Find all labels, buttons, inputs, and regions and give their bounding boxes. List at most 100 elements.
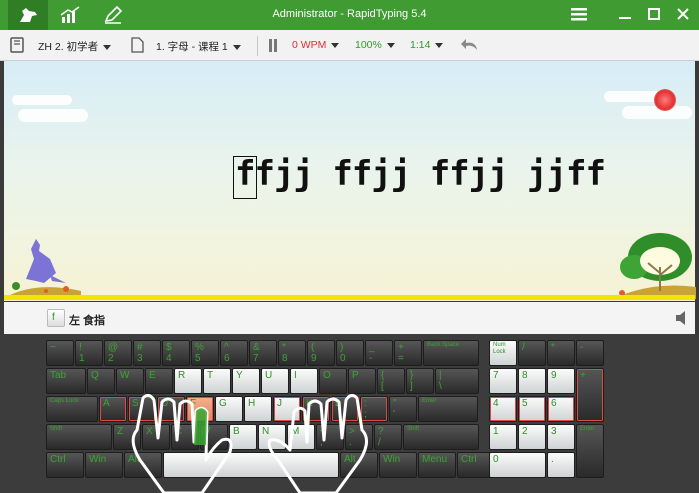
key--2[interactable]: @ 2 — [104, 340, 132, 366]
key-c[interactable]: C — [171, 424, 199, 450]
key--[interactable]: { [ — [377, 368, 405, 394]
key-shift[interactable]: Shift — [46, 424, 112, 450]
key-ctrl[interactable]: Ctrl — [46, 452, 84, 478]
key-n[interactable]: N — [258, 424, 286, 450]
key---[interactable]: _ - — [365, 340, 393, 366]
key-3[interactable]: 3 — [547, 424, 575, 450]
kangaroo-illustration — [6, 239, 81, 297]
key-symbol[interactable]: * — [547, 340, 575, 366]
key--1[interactable]: ! 1 — [75, 340, 103, 366]
key--[interactable]: : ; — [360, 396, 388, 422]
key-p[interactable]: P — [348, 368, 376, 394]
key--0[interactable]: ) 0 — [336, 340, 364, 366]
pause-icon[interactable] — [268, 39, 278, 55]
key-win[interactable]: Win — [379, 452, 417, 478]
speaker-icon[interactable] — [675, 310, 689, 329]
key-shift[interactable]: Shift — [403, 424, 479, 450]
key-m[interactable]: M — [287, 424, 315, 450]
key-alt[interactable]: Alt — [340, 452, 378, 478]
key--[interactable]: } ] — [406, 368, 434, 394]
lesson-dropdown[interactable]: 1. 字母 - 课程 1 — [156, 39, 241, 54]
key-b[interactable]: B — [229, 424, 257, 450]
lesson-page-icon — [131, 37, 144, 56]
hint-bar: f 左 食指 — [4, 302, 695, 334]
key--7[interactable]: & 7 — [249, 340, 277, 366]
key--3[interactable]: # 3 — [133, 340, 161, 366]
key-z[interactable]: Z — [113, 424, 141, 450]
key--[interactable]: + = — [394, 340, 422, 366]
key-7[interactable]: 7 — [489, 368, 517, 394]
time-dropdown[interactable]: 1:14 — [410, 39, 444, 51]
key-q[interactable]: Q — [87, 368, 115, 394]
key--4[interactable]: $ 4 — [162, 340, 190, 366]
key-s[interactable]: S — [128, 396, 156, 422]
accuracy-value: 100% — [355, 39, 382, 51]
key--9[interactable]: ( 9 — [307, 340, 335, 366]
key--6[interactable]: ^ 6 — [220, 340, 248, 366]
key-y[interactable]: Y — [232, 368, 260, 394]
close-icon[interactable] — [672, 4, 694, 24]
key--[interactable]: - — [576, 340, 604, 366]
key-v[interactable]: V — [200, 424, 228, 450]
key-o[interactable]: O — [319, 368, 347, 394]
course-dropdown[interactable]: ZH 2. 初学者 — [38, 39, 112, 54]
key-symbol[interactable]: ~ — [46, 340, 74, 366]
key-5[interactable]: 5 — [518, 396, 546, 422]
key-symbol[interactable]: / — [518, 340, 546, 366]
key-4[interactable]: 4 — [489, 396, 517, 422]
key-i[interactable]: I — [290, 368, 318, 394]
key-u[interactable]: U — [261, 368, 289, 394]
key-symbol[interactable]: . — [547, 452, 575, 478]
chevron-down-icon — [331, 42, 340, 48]
key-symbol[interactable]: + — [576, 368, 604, 422]
key-2[interactable]: 2 — [518, 424, 546, 450]
menu-icon[interactable] — [568, 4, 590, 24]
key-alt[interactable]: Alt — [124, 452, 162, 478]
key-e[interactable]: E — [145, 368, 173, 394]
undo-icon[interactable] — [461, 38, 479, 55]
key--[interactable]: " ' — [389, 396, 417, 422]
tree-illustration — [612, 233, 696, 299]
key-f[interactable]: F — [186, 396, 214, 422]
key-k[interactable]: K — [302, 396, 330, 422]
key-g[interactable]: G — [215, 396, 243, 422]
key-j[interactable]: J — [273, 396, 301, 422]
key-t[interactable]: T — [203, 368, 231, 394]
key--[interactable]: | \ — [435, 368, 479, 394]
course-label: ZH 2. 初学者 — [38, 41, 99, 53]
key-1[interactable]: 1 — [489, 424, 517, 450]
key-enter[interactable]: Enter — [418, 396, 478, 422]
accuracy-dropdown[interactable]: 100% — [355, 39, 395, 51]
key-capslock[interactable]: Caps Lock — [46, 396, 98, 422]
key-8[interactable]: 8 — [518, 368, 546, 394]
key-6[interactable]: 6 — [547, 396, 575, 422]
key-backspace[interactable]: Back Space — [423, 340, 479, 366]
key-menu[interactable]: Menu — [418, 452, 456, 478]
key--5[interactable]: % 5 — [191, 340, 219, 366]
maximize-icon[interactable] — [643, 4, 665, 24]
title-bar: Administrator - RapidTyping 5.4 — [0, 0, 699, 30]
key-h[interactable]: H — [244, 396, 272, 422]
key-x[interactable]: X — [142, 424, 170, 450]
key-l[interactable]: L — [331, 396, 359, 422]
minimize-icon[interactable] — [614, 4, 636, 24]
key-9[interactable]: 9 — [547, 368, 575, 394]
key-enter[interactable]: Enter — [576, 424, 604, 478]
key-0[interactable]: 0 — [489, 452, 546, 478]
key-w[interactable]: W — [116, 368, 144, 394]
key-space[interactable] — [163, 452, 339, 478]
key--8[interactable]: * 8 — [278, 340, 306, 366]
window-title: Administrator - RapidTyping 5.4 — [272, 8, 427, 20]
key-a[interactable]: A — [99, 396, 127, 422]
key-d[interactable]: D — [157, 396, 185, 422]
chevron-down-icon — [232, 44, 241, 50]
key-tab[interactable]: Tab — [46, 368, 86, 394]
wpm-dropdown[interactable]: 0 WPM — [292, 39, 340, 51]
key--[interactable]: ? / — [374, 424, 402, 450]
divider — [257, 36, 258, 56]
key-num-lock[interactable]: Num Lock — [489, 340, 517, 366]
key--[interactable]: > . — [345, 424, 373, 450]
key--[interactable]: < , — [316, 424, 344, 450]
key-r[interactable]: R — [174, 368, 202, 394]
key-win[interactable]: Win — [85, 452, 123, 478]
